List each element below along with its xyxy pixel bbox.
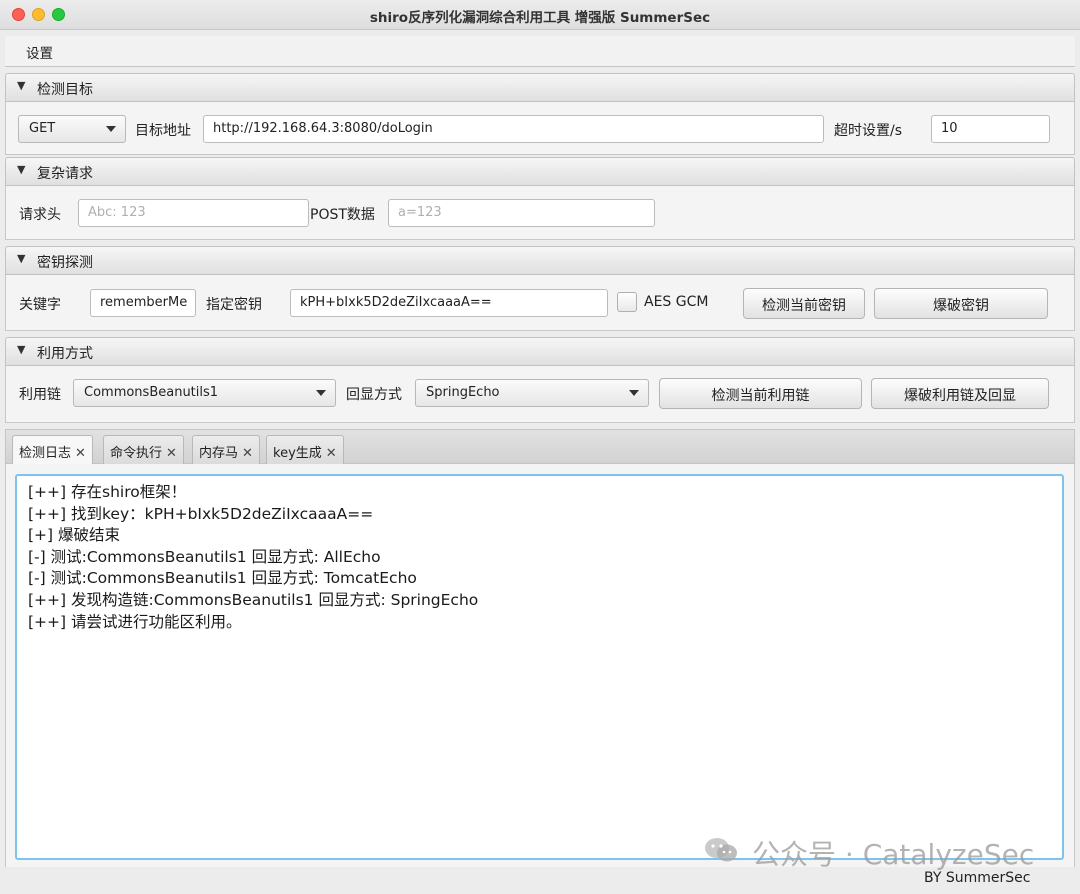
- tab-key-generate[interactable]: key生成 ✕: [266, 435, 344, 465]
- log-line: [++] 存在shiro框架！: [28, 483, 187, 501]
- close-icon[interactable]: ✕: [242, 446, 253, 461]
- tab-memory-shell[interactable]: 内存马 ✕: [192, 435, 260, 465]
- request-header-input[interactable]: Abc: 123: [78, 199, 309, 227]
- check-chain-button[interactable]: 检测当前利用链: [659, 378, 862, 409]
- close-icon[interactable]: ✕: [166, 446, 177, 461]
- tab-detect-log[interactable]: 检测日志 ✕: [12, 435, 93, 466]
- watermark-text: 公众号 · CatalyzeSec: [752, 838, 1035, 871]
- request-header-label: 请求头: [19, 207, 61, 223]
- url-input[interactable]: http://192.168.64.3:8080/doLogin: [203, 115, 824, 143]
- pane-header-complex-request[interactable]: ▼ 复杂请求: [5, 157, 1075, 186]
- chevron-down-icon: [629, 390, 639, 396]
- tab-label: 命令执行: [110, 446, 163, 461]
- method-value: GET: [29, 121, 56, 136]
- specified-key-label: 指定密钥: [206, 297, 262, 313]
- pane-header-detect-target[interactable]: ▼ 检测目标: [5, 73, 1075, 102]
- pane-title: 密钥探测: [37, 255, 93, 271]
- pane-title: 复杂请求: [37, 166, 93, 182]
- close-icon[interactable]: ✕: [326, 446, 337, 461]
- pane-header-exploit[interactable]: ▼ 利用方式: [5, 337, 1075, 366]
- close-icon[interactable]: ✕: [75, 446, 86, 461]
- chevron-down-icon: [106, 126, 116, 132]
- aes-gcm-checkbox[interactable]: [617, 292, 637, 312]
- chain-select[interactable]: CommonsBeanutils1: [73, 379, 336, 407]
- brute-key-button[interactable]: 爆破密钥: [874, 288, 1048, 319]
- wechat-icon: [705, 838, 737, 862]
- specified-key-input[interactable]: kPH+bIxk5D2deZiIxcaaaA==: [290, 289, 608, 317]
- menu-bar: 设置: [5, 36, 1075, 67]
- window-titlebar: shiro反序列化漏洞综合利用工具 增强版 SummerSec: [0, 0, 1080, 30]
- log-line: [-] 测试:CommonsBeanutils1 回显方式: TomcatEch…: [28, 569, 417, 588]
- log-line: [-] 测试:CommonsBeanutils1 回显方式: AllEcho: [28, 547, 381, 566]
- pane-header-key-detect[interactable]: ▼ 密钥探测: [5, 246, 1075, 275]
- post-data-label: POST数据: [310, 207, 375, 223]
- chevron-down-icon: [316, 390, 326, 396]
- tab-strip: 检测日志 ✕ 命令执行 ✕ 内存马 ✕ key生成 ✕: [5, 429, 1075, 466]
- log-line: [++] 发现构造链:CommonsBeanutils1 回显方式: Sprin…: [28, 590, 479, 609]
- aes-gcm-label: AES GCM: [644, 294, 709, 310]
- footer-credit: BY SummerSec: [924, 870, 1031, 886]
- method-select[interactable]: GET: [18, 115, 126, 143]
- log-textarea[interactable]: [++] 存在shiro框架！ [++] 找到key：kPH+bIxk5D2de…: [15, 474, 1064, 860]
- pane-title: 利用方式: [37, 346, 93, 362]
- pane-title: 检测目标: [37, 82, 93, 98]
- keyword-input[interactable]: rememberMe: [90, 289, 196, 317]
- check-key-button[interactable]: 检测当前密钥: [743, 288, 865, 319]
- timeout-label: 超时设置/s: [834, 123, 903, 139]
- menu-settings[interactable]: 设置: [26, 42, 53, 62]
- tab-label: 内存马: [199, 446, 239, 461]
- tab-command-exec[interactable]: 命令执行 ✕: [103, 435, 184, 465]
- keyword-label: 关键字: [19, 297, 61, 313]
- chain-value: CommonsBeanutils1: [84, 385, 219, 400]
- log-line: [++] 请尝试进行功能区利用。: [28, 612, 242, 631]
- echo-value: SpringEcho: [426, 385, 500, 400]
- brute-chain-button[interactable]: 爆破利用链及回显: [871, 378, 1049, 409]
- echo-label: 回显方式: [346, 387, 402, 403]
- collapse-triangle-icon: ▼: [17, 343, 26, 356]
- log-line: [++] 找到key：kPH+bIxk5D2deZiIxcaaaA==: [28, 504, 374, 523]
- echo-select[interactable]: SpringEcho: [415, 379, 649, 407]
- log-line: [+] 爆破结束: [28, 526, 121, 545]
- tab-label: 检测日志: [19, 446, 72, 461]
- tab-label: key生成: [273, 446, 322, 461]
- timeout-input[interactable]: 10: [931, 115, 1050, 143]
- post-data-input[interactable]: a=123: [388, 199, 655, 227]
- collapse-triangle-icon: ▼: [17, 252, 26, 265]
- collapse-triangle-icon: ▼: [17, 79, 26, 92]
- url-label: 目标地址: [135, 123, 191, 139]
- collapse-triangle-icon: ▼: [17, 163, 26, 176]
- chain-label: 利用链: [19, 387, 61, 403]
- window-title: shiro反序列化漏洞综合利用工具 增强版 SummerSec: [369, 10, 711, 26]
